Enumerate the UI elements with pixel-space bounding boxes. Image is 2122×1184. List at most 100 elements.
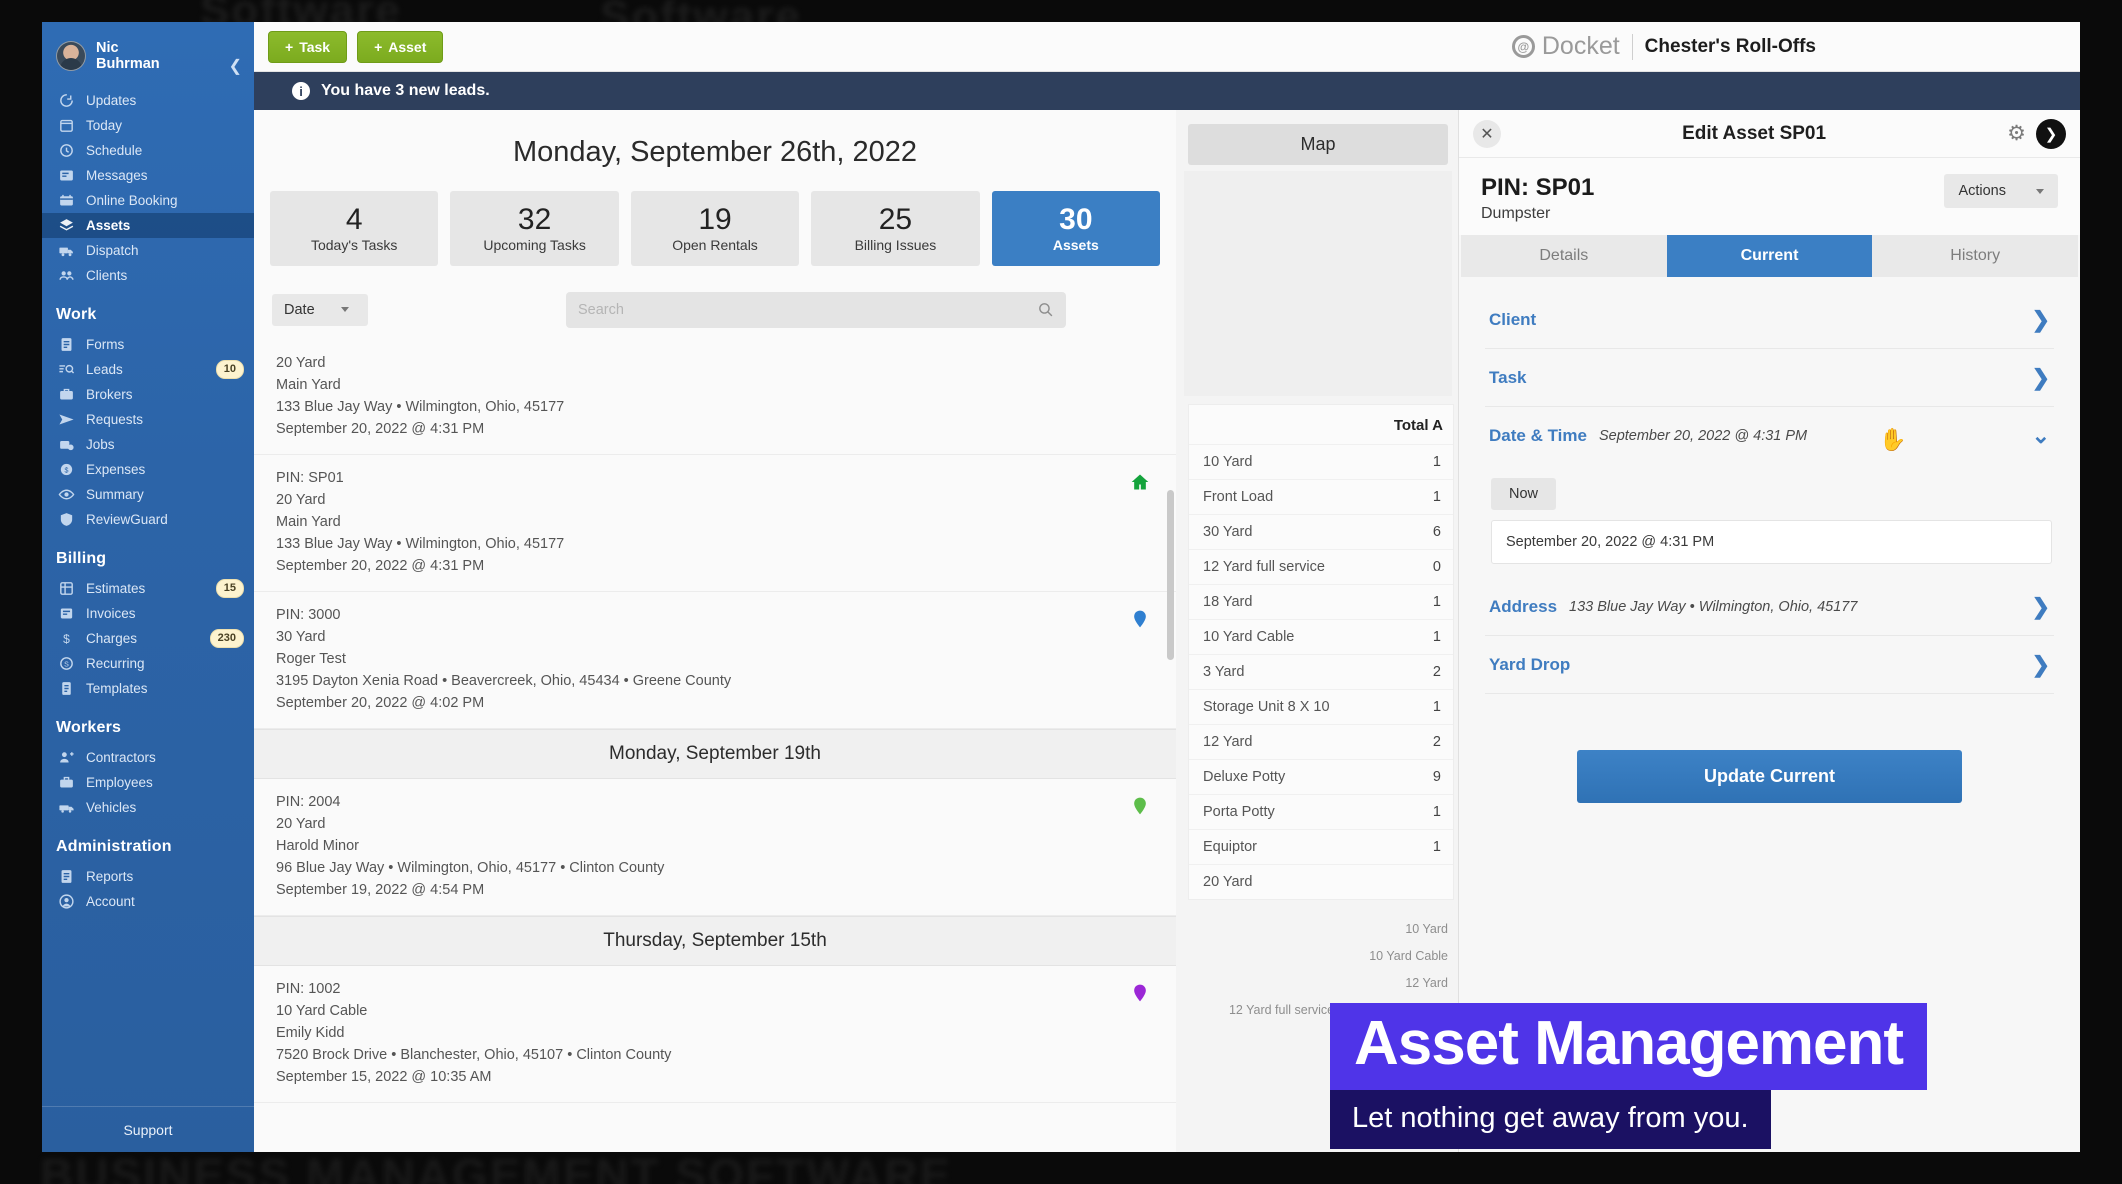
- stat-card-assets[interactable]: 30Assets: [992, 191, 1160, 266]
- totals-row[interactable]: 10 Yard1: [1189, 444, 1453, 479]
- sidebar-item-support[interactable]: Support: [42, 1106, 254, 1152]
- totals-row[interactable]: 20 Yard: [1189, 864, 1453, 899]
- sidebar-item-label: Employees: [86, 775, 244, 790]
- sidebar-item-today[interactable]: Today: [42, 113, 254, 138]
- list-item[interactable]: PIN: 200420 YardHarold Minor96 Blue Jay …: [254, 779, 1176, 916]
- sidebar-item-employees[interactable]: Employees: [42, 770, 254, 795]
- list-item[interactable]: PIN: 300030 YardRoger Test3195 Dayton Xe…: [254, 592, 1176, 729]
- recurring-icon: S: [58, 655, 75, 672]
- sidebar-item-reviewguard[interactable]: ReviewGuard: [42, 507, 254, 532]
- now-button[interactable]: Now: [1491, 478, 1556, 510]
- sort-dropdown[interactable]: Date: [272, 294, 368, 326]
- sidebar-item-messages[interactable]: Messages: [42, 163, 254, 188]
- list-scrollbar[interactable]: [1167, 490, 1174, 660]
- employee-icon: [58, 774, 75, 791]
- totals-row[interactable]: 30 Yard6: [1189, 514, 1453, 549]
- sidebar-item-estimates[interactable]: Estimates15: [42, 576, 254, 601]
- map-canvas[interactable]: [1184, 171, 1452, 396]
- sidebar-item-assets[interactable]: Assets: [42, 213, 254, 238]
- sidebar-item-summary[interactable]: Summary: [42, 482, 254, 507]
- tab-current[interactable]: Current: [1667, 235, 1873, 277]
- sidebar-item-dispatch[interactable]: Dispatch: [42, 238, 254, 263]
- totals-row[interactable]: 12 Yard full service0: [1189, 549, 1453, 584]
- tab-history[interactable]: History: [1872, 235, 2078, 277]
- sidebar-user-firstname: Nic: [96, 40, 160, 56]
- sidebar-item-schedule[interactable]: Schedule: [42, 138, 254, 163]
- stat-value: 30: [996, 203, 1156, 237]
- sidebar-item-requests[interactable]: Requests: [42, 407, 254, 432]
- sidebar-item-invoices[interactable]: Invoices: [42, 601, 254, 626]
- sidebar-item-clients[interactable]: Clients: [42, 263, 254, 288]
- sidebar-item-badge: 230: [210, 629, 244, 648]
- sidebar-item-recurring[interactable]: SRecurring: [42, 651, 254, 676]
- add-asset-button[interactable]: + Asset: [357, 31, 443, 63]
- tab-map[interactable]: Map: [1188, 124, 1448, 165]
- list-item[interactable]: PIN: 100210 Yard CableEmily Kidd7520 Bro…: [254, 966, 1176, 1103]
- lower-third-title: Asset Management: [1330, 1003, 1927, 1090]
- totals-row[interactable]: 10 Yard Cable1: [1189, 619, 1453, 654]
- map-tab-label: Map: [1300, 134, 1335, 154]
- totals-row-value: 1: [1433, 804, 1441, 820]
- totals-row-label: Deluxe Potty: [1203, 769, 1285, 785]
- sidebar-item-label: Schedule: [86, 143, 244, 158]
- sidebar-item-updates[interactable]: Updates: [42, 88, 254, 113]
- refresh-icon: [58, 92, 75, 109]
- tab-details[interactable]: Details: [1461, 235, 1667, 277]
- stat-card-billing-issues[interactable]: 25Billing Issues: [811, 191, 979, 266]
- actions-dropdown[interactable]: Actions: [1944, 174, 2058, 208]
- totals-row[interactable]: 3 Yard2: [1189, 654, 1453, 689]
- sidebar-collapse-icon[interactable]: ❮: [229, 56, 242, 76]
- list-item[interactable]: 20 YardMain Yard133 Blue Jay Way • Wilmi…: [254, 340, 1176, 455]
- close-icon[interactable]: ✕: [1473, 120, 1501, 148]
- totals-row[interactable]: Deluxe Potty9: [1189, 759, 1453, 794]
- sidebar-item-brokers[interactable]: Brokers: [42, 382, 254, 407]
- list-item-time: September 20, 2022 @ 4:02 PM: [276, 692, 1154, 714]
- list-item-time: September 15, 2022 @ 10:35 AM: [276, 1066, 1154, 1088]
- asset-list[interactable]: 20 YardMain Yard133 Blue Jay Way • Wilmi…: [254, 340, 1176, 1152]
- sidebar-item-label: Requests: [86, 412, 244, 427]
- sidebar-item-contractors[interactable]: Contractors: [42, 745, 254, 770]
- sidebar-item-charges[interactable]: $Charges230: [42, 626, 254, 651]
- totals-row[interactable]: 18 Yard1: [1189, 584, 1453, 619]
- alert-banner[interactable]: i You have 3 new leads.: [254, 72, 2080, 110]
- sidebar-item-reports[interactable]: Reports: [42, 864, 254, 889]
- grid-icon: [58, 580, 75, 597]
- sidebar-item-vehicles[interactable]: Vehicles: [42, 795, 254, 820]
- sidebar-item-jobs[interactable]: Jobs: [42, 432, 254, 457]
- sidebar-item-account[interactable]: Account: [42, 889, 254, 914]
- sidebar: Nic Buhrman ❮ UpdatesToday Schedule Messag…: [42, 22, 254, 1152]
- sidebar-item-expenses[interactable]: $Expenses: [42, 457, 254, 482]
- update-current-button[interactable]: Update Current: [1577, 750, 1962, 803]
- totals-row[interactable]: Equiptor1: [1189, 829, 1453, 864]
- search-input[interactable]: [578, 302, 1037, 318]
- search-box[interactable]: [566, 292, 1066, 328]
- sidebar-user[interactable]: Nic Buhrman: [42, 28, 254, 88]
- field-address[interactable]: Address 133 Blue Jay Way • Wilmington, O…: [1485, 578, 2054, 636]
- datetime-input[interactable]: September 20, 2022 @ 4:31 PM: [1491, 520, 2052, 564]
- totals-row[interactable]: Front Load1: [1189, 479, 1453, 514]
- field-datetime[interactable]: Date & Time September 20, 2022 @ 4:31 PM…: [1485, 407, 2054, 464]
- totals-row[interactable]: Porta Potty1: [1189, 794, 1453, 829]
- sidebar-item-templates[interactable]: Templates: [42, 676, 254, 701]
- chevron-right-icon[interactable]: ❯: [2036, 119, 2066, 149]
- sidebar-item-forms[interactable]: Forms: [42, 332, 254, 357]
- totals-row-label: 12 Yard: [1203, 734, 1252, 750]
- field-task[interactable]: Task ❯: [1485, 349, 2054, 407]
- sidebar-item-leads[interactable]: Leads10: [42, 357, 254, 382]
- stat-card-open-rentals[interactable]: 19Open Rentals: [631, 191, 799, 266]
- stat-card-today-s-tasks[interactable]: 4Today's Tasks: [270, 191, 438, 266]
- sidebar-item-online-booking[interactable]: Online Booking: [42, 188, 254, 213]
- stat-card-upcoming-tasks[interactable]: 32Upcoming Tasks: [450, 191, 618, 266]
- list-item-type: 30 Yard: [276, 626, 1154, 648]
- field-yard-drop[interactable]: Yard Drop ❯: [1485, 636, 2054, 694]
- add-task-button[interactable]: + Task: [268, 31, 347, 63]
- list-item[interactable]: PIN: SP0120 YardMain Yard133 Blue Jay Wa…: [254, 455, 1176, 592]
- totals-row[interactable]: 12 Yard2: [1189, 724, 1453, 759]
- totals-row-label: 10 Yard: [1203, 454, 1252, 470]
- list-item-address: 96 Blue Jay Way • Wilmington, Ohio, 4517…: [276, 857, 1154, 879]
- totals-row[interactable]: Storage Unit 8 X 101: [1189, 689, 1453, 724]
- field-client[interactable]: Client ❯: [1485, 291, 2054, 349]
- asset-pin: PIN: SP01: [1481, 174, 1594, 203]
- invoice-icon: [58, 605, 75, 622]
- gear-icon[interactable]: ⚙: [2007, 121, 2026, 146]
